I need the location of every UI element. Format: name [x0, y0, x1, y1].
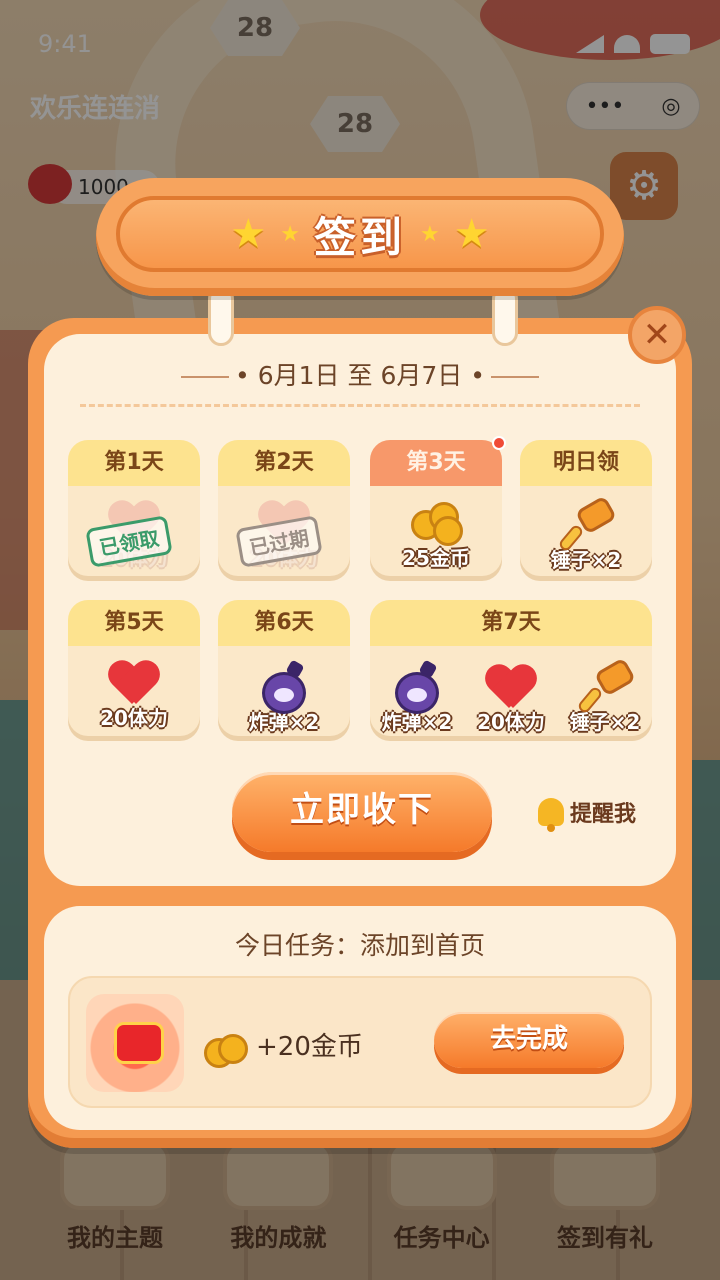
dialog-title: 签到: [313, 212, 406, 262]
day-card-2: 第2天 20体力 已过期: [218, 440, 350, 576]
task-reward: +20金币: [256, 1032, 363, 1062]
day-header: 第5天: [68, 600, 200, 646]
star-icon: ★: [453, 211, 490, 257]
day-header: 第6天: [218, 600, 350, 646]
claim-button[interactable]: 立即收下: [232, 772, 492, 852]
close-icon: ✕: [642, 315, 672, 355]
coin-icon: [407, 502, 465, 550]
dashed-divider: [80, 404, 640, 407]
heart-icon: [108, 662, 160, 710]
remind-me-button[interactable]: 提醒我: [538, 796, 637, 832]
bell-icon: [538, 798, 564, 832]
bomb-icon: [258, 659, 310, 714]
hammer-icon: [576, 657, 637, 715]
reward-item: 20体力: [89, 662, 179, 731]
reward-item: 锤子×2: [541, 495, 631, 573]
reward-list: 炸弹×2 20体力 锤子×2: [370, 646, 652, 735]
star-icon: ★: [420, 221, 440, 247]
day-card-1: 第1天 20体力 已领取: [68, 440, 200, 576]
day-card-3[interactable]: 第3天 25金币: [370, 436, 506, 576]
remind-label: 提醒我: [570, 802, 637, 827]
day-header: 第2天: [218, 440, 350, 486]
date-range: • 6月1日 至 6月7日 •: [0, 356, 720, 392]
day-card-5: 第5天 20体力: [68, 600, 200, 736]
heart-icon: [485, 666, 537, 714]
star-icon: ★: [230, 211, 267, 257]
notification-dot: [492, 436, 506, 450]
day-header: 第1天: [68, 440, 200, 486]
day-card-4: 明日领 锤子×2: [520, 440, 652, 576]
reward-item: 25金币: [391, 502, 481, 571]
bomb-icon: [391, 659, 443, 714]
star-icon: ★: [280, 221, 300, 247]
task-title: 今日任务：添加到首页: [234, 931, 485, 960]
task-thumbnail: [86, 994, 184, 1092]
hammer-icon: [557, 495, 618, 553]
complete-task-button[interactable]: 去完成: [434, 1012, 624, 1068]
day-header: 第7天: [370, 600, 652, 646]
reward-list: 炸弹×2: [218, 646, 350, 735]
title-plate: ★ ★ 签到 ★ ★: [116, 196, 604, 272]
day-header: 第3天: [370, 440, 502, 486]
title-banner: ★ ★ 签到 ★ ★: [96, 178, 624, 296]
reward-item: 锤子×2: [560, 657, 650, 735]
reward-item: 20体力: [466, 666, 556, 735]
reward-list: 25金币: [370, 486, 502, 571]
day-card-6: 第6天 炸弹×2: [218, 600, 350, 736]
day-card-7: 第7天 炸弹×2 20体力 锤子×2: [370, 600, 652, 736]
divider: [181, 376, 230, 378]
reward-item: 炸弹×2: [239, 659, 329, 735]
day-header: 明日领: [520, 440, 652, 486]
date-range-text: 6月1日 至 6月7日: [257, 361, 463, 390]
task-card: +20金币 去完成: [68, 976, 652, 1108]
reward-item: 炸弹×2: [372, 659, 462, 735]
reward-list: 锤子×2: [520, 486, 652, 573]
coin-icon: [204, 1028, 262, 1076]
divider: [490, 376, 539, 378]
reward-list: 20体力: [68, 646, 200, 731]
